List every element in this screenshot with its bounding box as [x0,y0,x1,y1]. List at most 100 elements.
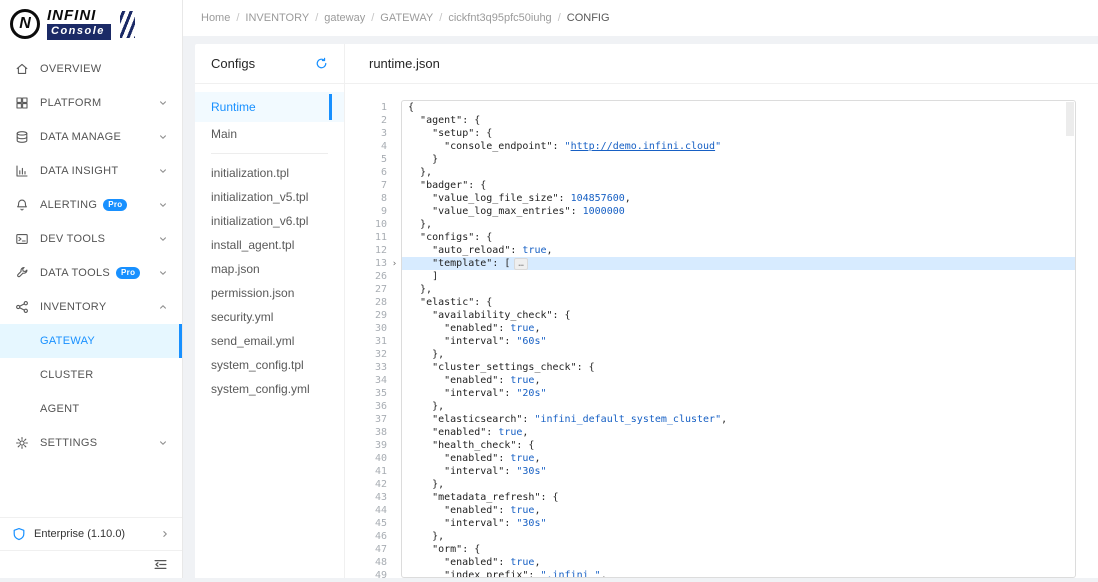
line-number-text: 43 [374,492,387,503]
code-line[interactable]: ] [402,270,1075,283]
code-line[interactable]: "console_endpoint": "http://demo.infini.… [402,140,1075,153]
line-number: 32 [345,348,401,361]
breadcrumb-item[interactable]: gateway [324,12,365,24]
config-file-item[interactable]: initialization_v5.tpl [195,185,344,209]
line-number: 29 [345,309,401,322]
config-file-item[interactable]: system_config.tpl [195,353,344,377]
code-line[interactable]: "availability_check": { [402,309,1075,322]
code-line[interactable]: }, [402,218,1075,231]
bell-icon [14,197,30,213]
sidebar-subitem-gateway[interactable]: GATEWAY [0,324,182,358]
breadcrumb-item[interactable]: cickfnt3q95pfc50iuhg [448,12,551,24]
config-file-item[interactable]: security.yml [195,305,344,329]
editor-gutter: 1 2 3 4 5 6 7 8 9 10 11 12 13 › 26 27 28 29 30 31 32 33 34 35 36… [345,100,401,581]
chevron-down-icon [158,98,168,108]
sidebar-item-dev-tools[interactable]: DEV TOOLS [0,222,182,256]
shield-icon [12,527,26,541]
config-file-item[interactable]: map.json [195,257,344,281]
code-line[interactable]: "health_check": { [402,439,1075,452]
sidebar-item-data-tools[interactable]: DATA TOOLS Pro [0,256,182,290]
line-number-text: 7 [380,180,387,191]
code-line[interactable]: { [402,101,1075,114]
code-line[interactable]: }, [402,530,1075,543]
config-file-label: permission.json [211,286,295,300]
code-line[interactable]: }, [402,400,1075,413]
configs-list: Runtime Main initialization.tpl initializat… [195,84,344,401]
line-number-text: 3 [380,128,387,139]
code-area[interactable]: { "agent": { "setup": { "console_endpoin… [401,100,1076,578]
code-line[interactable]: "value_log_max_entries": 1000000 [402,205,1075,218]
code-line[interactable]: "elasticsearch": "infini_default_system_… [402,413,1075,426]
code-line[interactable]: "enabled": true, [402,504,1075,517]
editor-scrollbar[interactable] [1066,102,1074,136]
sidebar-item-overview[interactable]: OVERVIEW [0,52,182,86]
code-line[interactable]: "enabled": true, [402,556,1075,569]
code-line[interactable]: "agent": { [402,114,1075,127]
sidebar-subitem-cluster[interactable]: CLUSTER [0,358,182,392]
line-number-text: 42 [374,479,387,490]
code-line[interactable]: "orm": { [402,543,1075,556]
code-line[interactable]: "index_prefix": ".infini_", [402,569,1075,577]
config-file-item[interactable]: initialization_v6.tpl [195,209,344,233]
menu-fold-icon[interactable] [153,557,168,572]
sidebar-item-label: DEV TOOLS [40,233,106,245]
config-file-item[interactable]: initialization.tpl [195,161,344,185]
config-file-item[interactable]: Main [195,122,344,146]
sidebar-item-settings[interactable]: SETTINGS [0,426,182,460]
code-line[interactable]: "enabled": true, [402,452,1075,465]
line-number-text: 47 [374,544,387,555]
platform-icon [14,95,30,111]
code-line[interactable]: "enabled": true, [402,374,1075,387]
code-line[interactable]: "badger": { [402,179,1075,192]
code-editor[interactable]: 1 2 3 4 5 6 7 8 9 10 11 12 13 › 26 27 28 29 30 31 32 33 34 35 36… [345,84,1098,581]
code-line[interactable]: "setup": { [402,127,1075,140]
code-line[interactable]: "metadata_refresh": { [402,491,1075,504]
sidebar-menu: OVERVIEW PLATFORM DATA MANAGE DATA INSIGHT A… [0,48,182,517]
config-file-item[interactable]: system_config.yml [195,377,344,401]
line-number-text: 1 [380,102,387,113]
code-line[interactable]: }, [402,478,1075,491]
code-line[interactable]: "configs": { [402,231,1075,244]
sidebar-item-inventory[interactable]: INVENTORY [0,290,182,324]
code-line[interactable]: }, [402,166,1075,179]
code-line[interactable]: "interval": "60s" [402,335,1075,348]
breadcrumb-item[interactable]: Home [201,12,230,24]
code-line[interactable]: "interval": "30s" [402,517,1075,530]
code-line[interactable]: }, [402,283,1075,296]
enterprise-version[interactable]: Enterprise (1.10.0) [0,518,182,550]
code-line[interactable]: "interval": "20s" [402,387,1075,400]
sidebar-item-label: INVENTORY [40,301,107,313]
code-line[interactable]: }, [402,348,1075,361]
sidebar-item-platform[interactable]: PLATFORM [0,86,182,120]
breadcrumb-item[interactable]: INVENTORY [245,12,309,24]
line-number: 48 [345,556,401,569]
config-file-item[interactable]: Runtime [195,92,344,122]
chevron-down-icon [158,438,168,448]
sidebar-item-data-manage[interactable]: DATA MANAGE [0,120,182,154]
sidebar-item-label: DATA INSIGHT [40,165,119,177]
config-file-item[interactable]: permission.json [195,281,344,305]
sidebar-subitem-agent[interactable]: AGENT [0,392,182,426]
code-line[interactable]: "template": [… [402,257,1075,270]
refresh-icon[interactable] [315,57,328,70]
sidebar-item-data-insight[interactable]: DATA INSIGHT [0,154,182,188]
code-line[interactable]: "cluster_settings_check": { [402,361,1075,374]
app-logo[interactable]: N INFINI Console [0,0,182,48]
code-line[interactable]: "auto_reload": true, [402,244,1075,257]
breadcrumb-item[interactable]: GATEWAY [380,12,433,24]
code-line[interactable]: } [402,153,1075,166]
code-line[interactable]: "interval": "30s" [402,465,1075,478]
code-line[interactable]: "value_log_file_size": 104857600, [402,192,1075,205]
code-line[interactable]: "enabled": true, [402,322,1075,335]
config-file-item[interactable]: send_email.yml [195,329,344,353]
config-file-label: initialization_v5.tpl [211,190,309,204]
code-line[interactable]: "elastic": { [402,296,1075,309]
chevron-down-icon [158,200,168,210]
line-number: 46 [345,530,401,543]
sidebar-item-label: DATA TOOLS [40,267,111,279]
config-file-item[interactable]: install_agent.tpl [195,233,344,257]
sidebar-item-alerting[interactable]: ALERTING Pro [0,188,182,222]
code-line[interactable]: "enabled": true, [402,426,1075,439]
fold-toggle-icon[interactable]: › [388,259,401,269]
sidebar-collapse-row [0,550,182,578]
